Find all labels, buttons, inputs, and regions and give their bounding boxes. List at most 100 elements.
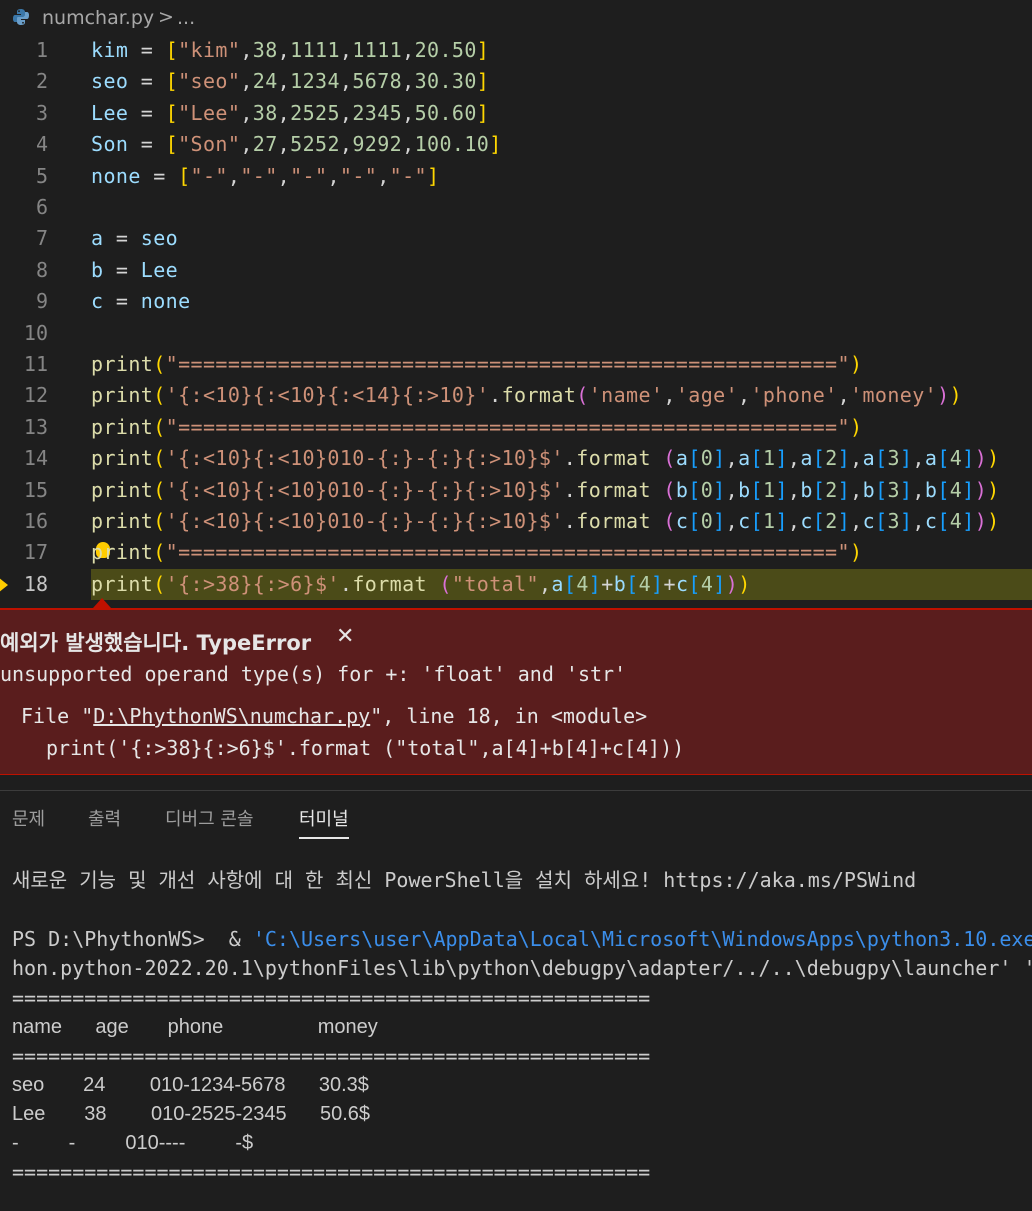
code-token: b bbox=[738, 477, 751, 502]
code-token: 27 bbox=[252, 132, 278, 157]
code-token: 24 bbox=[252, 69, 278, 94]
trace-file-link[interactable]: D:\PhythonWS\numchar.py bbox=[93, 704, 370, 728]
code-text: print("=================================… bbox=[91, 412, 862, 443]
code-token: print bbox=[91, 383, 154, 408]
code-token: ) bbox=[937, 383, 950, 408]
code-token: kim bbox=[91, 38, 129, 62]
code-token: ] bbox=[476, 38, 490, 62]
code-token: ] bbox=[588, 571, 602, 596]
code-token: "Son" bbox=[178, 132, 241, 157]
code-token: b bbox=[91, 257, 104, 282]
code-token: [ bbox=[750, 477, 763, 502]
code-token: ) bbox=[725, 571, 739, 596]
tab-output[interactable]: 출력 bbox=[88, 805, 121, 831]
code-token: ) bbox=[974, 446, 988, 471]
code-line[interactable]: 18 print('{:>38}{:>6}$'.format ("total",a… bbox=[0, 568, 1032, 600]
line-number: 5 bbox=[35, 163, 48, 188]
code-token: , bbox=[277, 38, 291, 62]
code-line[interactable]: 11 print("===============================… bbox=[0, 349, 1032, 380]
code-token: ] bbox=[899, 446, 913, 471]
code-line[interactable]: 3 Lee = ["Lee",38,2525,2345,50.60] bbox=[0, 98, 1032, 129]
code-line[interactable]: 8 b = Lee bbox=[0, 255, 1032, 286]
tab-problems[interactable]: 문제 bbox=[12, 805, 45, 831]
code-token: print bbox=[91, 477, 154, 502]
code-line[interactable]: 4 Son = ["Son",27,5252,9292,100.10] bbox=[0, 129, 1032, 160]
code-line[interactable]: 5 none = ["-","-","-","-","-"] bbox=[0, 161, 1032, 192]
code-token: [ bbox=[875, 509, 888, 533]
close-icon[interactable]: ✕ bbox=[336, 624, 354, 649]
code-token: 5678 bbox=[352, 69, 403, 94]
code-text: print('{:<10}{:<10}010-{:}-{:}{:>10}$'.f… bbox=[91, 443, 1000, 474]
code-token: 1 bbox=[762, 446, 776, 471]
line-number: 17 bbox=[23, 540, 48, 565]
code-token: a bbox=[738, 446, 751, 471]
code-token: '{:<10}{:<10}010-{:}-{:}{:>10}$' bbox=[165, 509, 564, 533]
code-token: "=======================================… bbox=[165, 540, 850, 565]
code-token: b bbox=[862, 477, 876, 502]
code-line[interactable]: 15 print('{:<10}{:<10}010-{:}-{:}{:>10}$'… bbox=[0, 475, 1032, 506]
code-token: ) bbox=[849, 352, 863, 376]
tab-debug-console[interactable]: 디버그 콘솔 bbox=[165, 805, 254, 831]
code-token: , bbox=[277, 132, 291, 157]
code-line[interactable]: 12 print('{:<10}{:<10}{:<14}{:>10}'.forma… bbox=[0, 380, 1032, 411]
code-token: 2525 bbox=[290, 100, 340, 125]
tab-terminal[interactable]: 터미널 bbox=[299, 805, 349, 839]
code-line[interactable]: 16 print('{:<10}{:<10}010-{:}-{:}{:>10}$'… bbox=[0, 506, 1032, 537]
code-token: "seo" bbox=[178, 69, 241, 94]
code-token: ] bbox=[476, 100, 490, 125]
line-number: 1 bbox=[35, 38, 48, 62]
terminal-cmd-continuation[interactable]: hon.python-2022.20.1\pythonFiles\lib\pyt… bbox=[12, 954, 1032, 983]
code-token: = bbox=[128, 38, 166, 62]
code-token: ) bbox=[738, 571, 751, 596]
code-token: ) bbox=[849, 414, 863, 439]
code-line[interactable]: 2 seo = ["seo",24,1234,5678,30.30] bbox=[0, 66, 1032, 97]
code-token: '{:<10}{:<10}010-{:}-{:}{:>10}$' bbox=[165, 477, 564, 502]
code-line[interactable]: 6 bbox=[0, 192, 1032, 223]
code-token: format bbox=[576, 446, 651, 471]
code-token: , bbox=[227, 163, 241, 188]
code-token: , bbox=[339, 38, 353, 62]
code-line[interactable]: 10 bbox=[0, 318, 1032, 349]
bottom-panel: 문제 출력 디버그 콘솔 터미널 새로운 기능 및 개선 사항에 대 한 최신 … bbox=[0, 790, 1032, 1211]
code-token: ] bbox=[837, 509, 851, 533]
code-token: , bbox=[837, 383, 851, 408]
code-token: . bbox=[563, 446, 577, 471]
line-number: 18 bbox=[23, 571, 48, 596]
code-editor[interactable]: 1 kim = ["kim",38,1111,1111,20.50] 2 seo = … bbox=[0, 35, 1032, 605]
code-token: c bbox=[738, 509, 751, 533]
code-token: , bbox=[402, 69, 415, 94]
code-token: 4 bbox=[576, 571, 589, 596]
terminal-command[interactable]: PS D:\PhythonWS> & 'C:\Users\user\AppDat… bbox=[12, 925, 1032, 954]
code-token: ] bbox=[899, 509, 913, 533]
breadcrumb-more[interactable]: ... bbox=[177, 7, 195, 29]
code-token: , bbox=[787, 477, 801, 502]
python-file-icon bbox=[13, 9, 29, 25]
line-number: 7 bbox=[35, 226, 48, 251]
code-token: [ bbox=[178, 163, 191, 188]
code-token: , bbox=[850, 509, 863, 533]
code-token: , bbox=[240, 100, 253, 125]
code-token: seo bbox=[140, 226, 179, 251]
code-token: = bbox=[103, 226, 141, 251]
code-token: none bbox=[140, 289, 191, 314]
code-line[interactable]: 9 c = none bbox=[0, 286, 1032, 317]
code-line[interactable]: 1 kim = ["kim",38,1111,1111,20.50] bbox=[0, 35, 1032, 66]
code-token: a bbox=[800, 446, 813, 471]
code-token: a bbox=[862, 446, 876, 471]
code-line[interactable]: 17 print("===============================… bbox=[0, 537, 1032, 568]
code-line[interactable]: 13 print("===============================… bbox=[0, 412, 1032, 443]
line-number: 11 bbox=[23, 352, 48, 376]
code-token: = bbox=[128, 132, 166, 157]
code-line[interactable]: 7 a = seo bbox=[0, 223, 1032, 254]
code-token: 'name' bbox=[588, 383, 664, 408]
code-line[interactable]: 14 print('{:<10}{:<10}010-{:}-{:}{:>10}$'… bbox=[0, 443, 1032, 474]
terminal-cmd-path[interactable]: 'C:\Users\user\AppData\Local\Microsoft\W… bbox=[253, 927, 1032, 951]
terminal-output-line: ========================================… bbox=[12, 1044, 651, 1068]
exception-widget: 예외가 발생했습니다. TypeError ✕ unsupported oper… bbox=[0, 608, 1032, 775]
code-token: [ bbox=[165, 69, 179, 94]
breadcrumb-file[interactable]: numchar.py bbox=[42, 7, 154, 29]
terminal-output-line: seo 24 010-1234-5678 30.3$ bbox=[12, 1074, 369, 1096]
line-number: 4 bbox=[35, 132, 48, 157]
